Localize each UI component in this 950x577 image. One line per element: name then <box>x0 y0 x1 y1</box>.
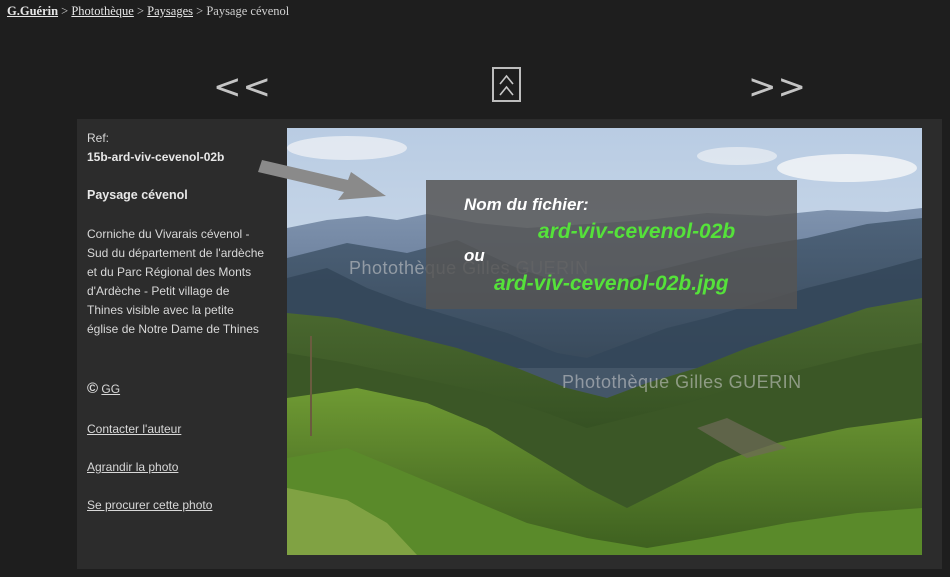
breadcrumb-separator: > <box>196 4 204 18</box>
breadcrumb-separator: > <box>136 4 145 18</box>
previous-photo-button[interactable]: << <box>213 70 272 104</box>
photo-watermark: Photothèque Gilles GUERIN <box>562 372 802 392</box>
breadcrumb-category-link[interactable]: Paysages <box>147 4 193 18</box>
filename-or-label: ou <box>464 246 485 265</box>
ref-label: Ref: <box>87 131 110 145</box>
photo-title: Paysage cévenol <box>87 188 188 202</box>
photo-description: Corniche du Vivarais cévenol - Sud du dé… <box>87 227 265 336</box>
breadcrumb-current: Paysage cévenol <box>206 4 290 18</box>
copyright-icon: © <box>87 380 99 397</box>
ref-value: 15b-ard-viv-cevenol-02b <box>87 150 225 164</box>
back-to-gallery-button[interactable] <box>492 67 521 102</box>
double-chevron-up-icon <box>499 74 514 96</box>
pointer-arrow-icon <box>258 160 386 200</box>
enlarge-photo-link[interactable]: Agrandir la photo <box>87 460 178 474</box>
next-photo-button[interactable]: >> <box>748 70 807 104</box>
contact-author-link[interactable]: Contacter l'auteur <box>87 422 181 436</box>
breadcrumb: G.Guérin > Photothèque > Paysages > Pays… <box>7 4 289 19</box>
buy-photo-link[interactable]: Se procurer cette photo <box>87 498 212 512</box>
filename-with-extension: ard-viv-cevenol-02b.jpg <box>494 272 729 295</box>
filename-overlay: Nom du fichier: ard-viv-cevenol-02b ou a… <box>426 180 797 309</box>
filename-value: ard-viv-cevenol-02b <box>538 220 736 243</box>
breadcrumb-photo-library-link[interactable]: Photothèque <box>71 4 134 18</box>
copyright: © GG <box>87 380 120 397</box>
filename-label: Nom du fichier: <box>464 195 589 214</box>
copyright-author-link[interactable]: GG <box>101 382 120 396</box>
breadcrumb-home-link[interactable]: G.Guérin <box>7 4 58 18</box>
breadcrumb-separator: > <box>61 4 69 18</box>
